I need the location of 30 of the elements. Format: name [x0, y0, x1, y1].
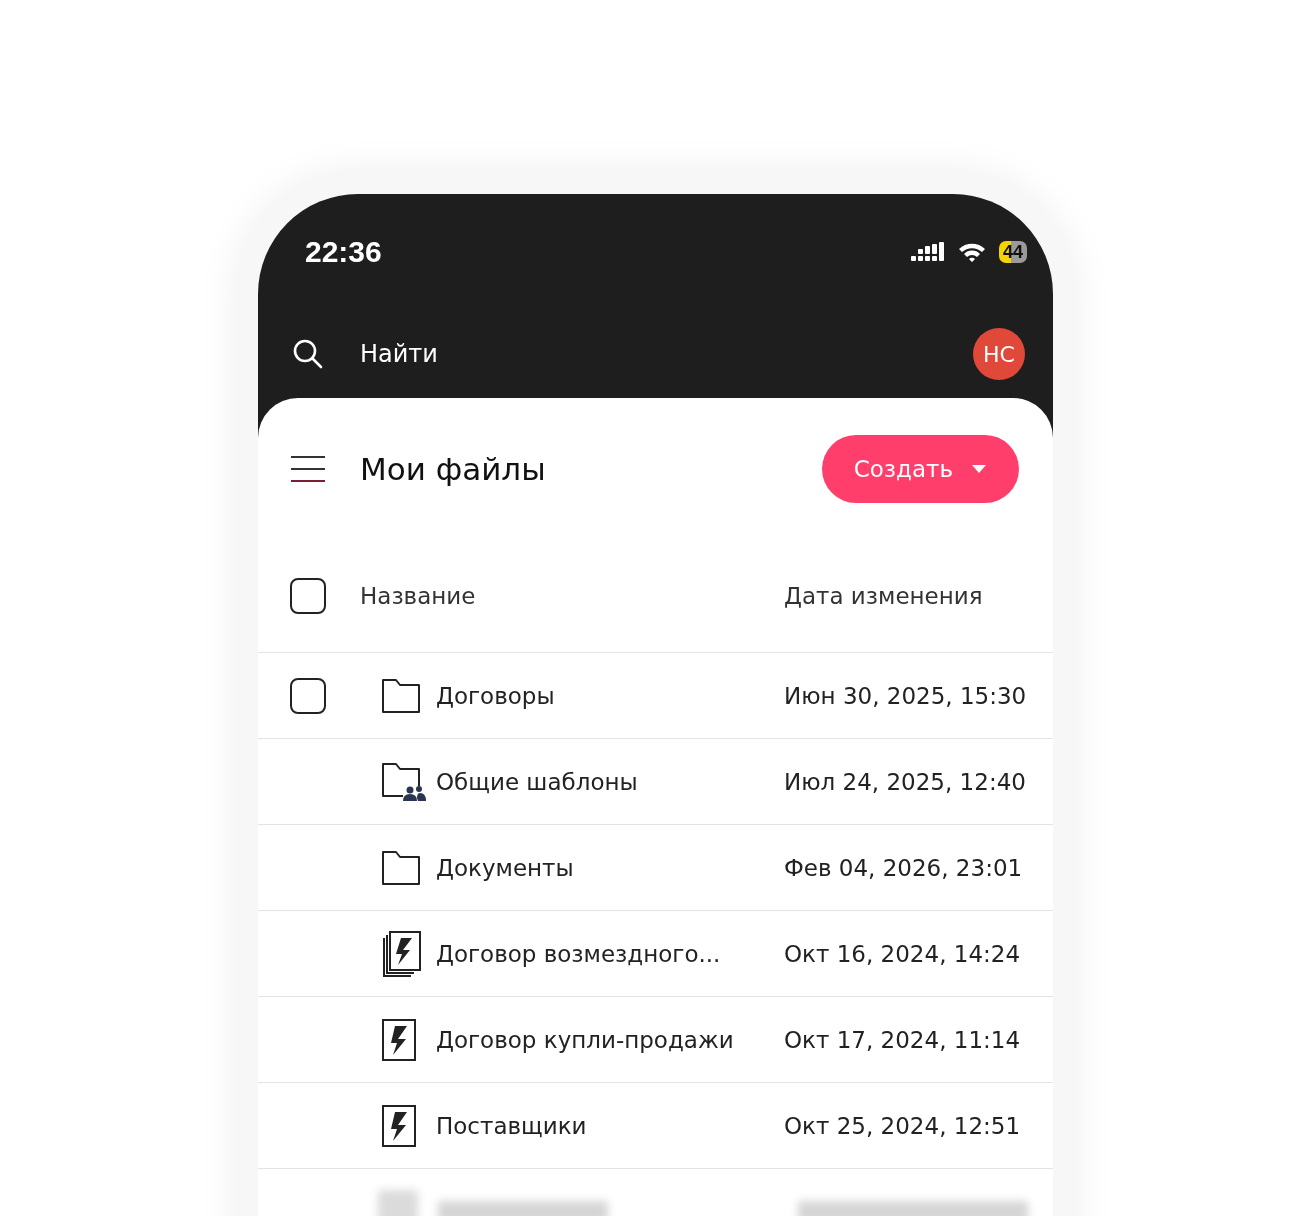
shared-folder-icon [381, 761, 427, 802]
avatar[interactable]: НС [973, 328, 1025, 380]
status-time: 22:36 [305, 235, 382, 269]
search-icon[interactable] [292, 338, 324, 370]
signal-icon [910, 242, 945, 262]
file-name[interactable]: Общие шаблоны [436, 768, 784, 795]
folder-icon [381, 849, 421, 886]
modified-date: Окт 16, 2024, 14:24 [784, 940, 1022, 967]
column-header[interactable]: Название [360, 583, 784, 609]
file-name[interactable]: Договор возмездного... [436, 940, 784, 967]
select-all-checkbox[interactable] [290, 578, 326, 614]
row-checkbox[interactable] [290, 677, 326, 714]
modified-date: Июл 24, 2025, 12:40 [784, 768, 1027, 795]
modified-date: Окт 25, 2024, 12:51 [784, 1112, 1022, 1139]
page-title: Мои файлы [360, 451, 547, 487]
search-field[interactable]: Найти [360, 336, 937, 372]
document-icon [381, 1017, 417, 1062]
folder-icon [381, 677, 421, 714]
modified-date: Фев 04, 2026, 23:01 [784, 854, 1024, 881]
modified-date: Июн 30, 2025, 15:30 [784, 682, 1028, 709]
file-name[interactable]: Договоры [436, 682, 784, 709]
file-name[interactable]: Договор купли-продажи [436, 1026, 784, 1053]
modified-date: Окт 17, 2024, 11:14 [784, 1026, 1022, 1053]
file-name[interactable]: Документы [436, 854, 784, 881]
caret-icon [971, 464, 987, 474]
column-header[interactable]: Дата изменения [784, 583, 1053, 609]
document-icon [381, 1103, 417, 1148]
document-stack-icon [381, 929, 423, 978]
menu-icon[interactable] [290, 454, 326, 484]
file-name[interactable]: Поставщики [436, 1112, 784, 1139]
